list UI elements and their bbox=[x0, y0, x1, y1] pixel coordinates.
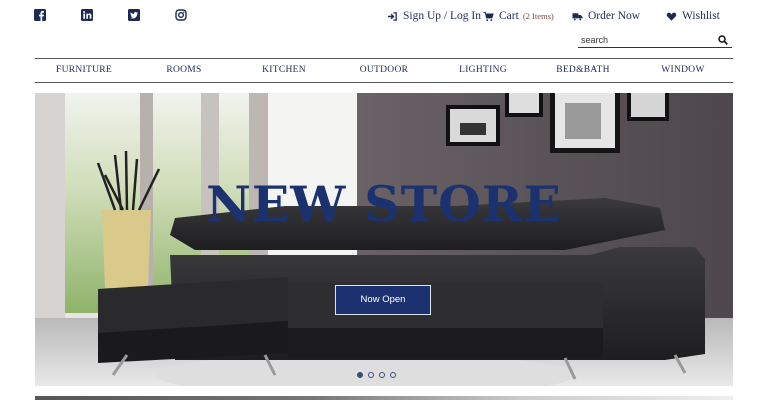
now-open-button[interactable]: Now Open bbox=[335, 285, 431, 315]
wishlist-label: Wishlist bbox=[682, 10, 720, 22]
hero-title: NEW STORE bbox=[206, 175, 562, 233]
linkedin-icon[interactable] bbox=[81, 9, 93, 21]
nav-item-window[interactable]: WINDOW bbox=[661, 59, 704, 82]
heart-icon bbox=[666, 11, 677, 22]
main-nav: FURNITURE ROOMS KITCHEN OUTDOOR LIGHTING… bbox=[35, 58, 733, 83]
search-icon[interactable] bbox=[718, 35, 728, 45]
search-bar bbox=[578, 33, 732, 48]
truck-icon bbox=[572, 11, 583, 22]
facebook-icon[interactable] bbox=[34, 9, 46, 21]
sign-in-link[interactable]: Sign Up / Log In bbox=[387, 9, 481, 23]
instagram-icon[interactable] bbox=[175, 9, 187, 21]
nav-item-furniture[interactable]: FURNITURE bbox=[56, 59, 112, 82]
cart-link[interactable]: Cart (2 Items) bbox=[483, 9, 554, 23]
carousel-dot[interactable] bbox=[368, 372, 374, 378]
next-section-preview bbox=[35, 396, 733, 400]
sign-in-label: Sign Up / Log In bbox=[403, 10, 481, 22]
carousel-dot[interactable] bbox=[390, 372, 396, 378]
carousel-dot[interactable] bbox=[357, 372, 363, 378]
carousel-indicators bbox=[357, 372, 396, 378]
top-bar: Sign Up / Log In Cart (2 Items) Order No… bbox=[0, 0, 768, 34]
hero-image bbox=[35, 93, 733, 386]
search-input[interactable] bbox=[581, 33, 711, 46]
nav-item-outdoor[interactable]: OUTDOOR bbox=[360, 59, 409, 82]
order-now-link[interactable]: Order Now bbox=[572, 9, 640, 23]
nav-item-lighting[interactable]: LIGHTING bbox=[459, 59, 507, 82]
nav-item-bed-bath[interactable]: BED&BATH bbox=[556, 59, 610, 82]
carousel-dot[interactable] bbox=[379, 372, 385, 378]
cart-label: Cart bbox=[499, 10, 519, 22]
sign-in-icon bbox=[387, 11, 398, 22]
nav-item-rooms[interactable]: ROOMS bbox=[166, 59, 201, 82]
hero-banner: NEW STORE Now Open bbox=[35, 93, 733, 386]
nav-item-kitchen[interactable]: KITCHEN bbox=[262, 59, 306, 82]
wishlist-link[interactable]: Wishlist bbox=[666, 9, 720, 23]
cart-count: (2 Items) bbox=[522, 11, 554, 21]
cart-icon bbox=[483, 11, 494, 22]
order-now-label: Order Now bbox=[588, 10, 641, 22]
twitter-icon[interactable] bbox=[128, 9, 140, 21]
